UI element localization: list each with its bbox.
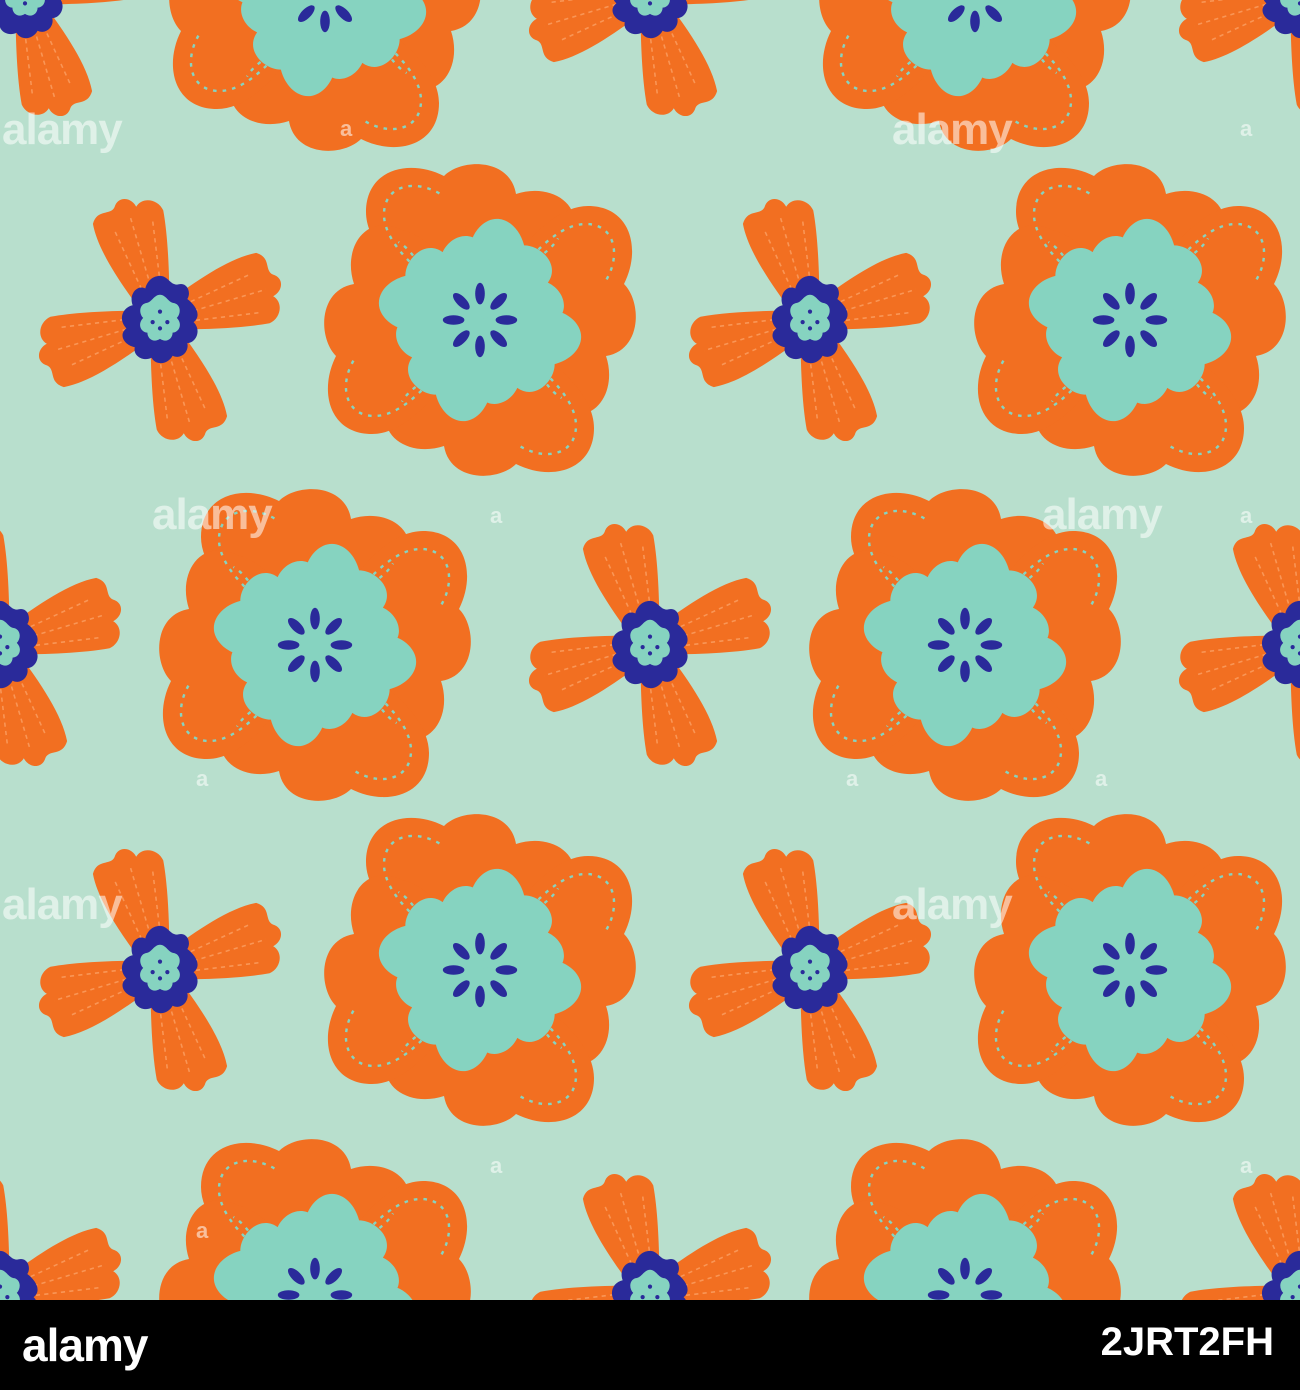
- heart-petal-flower: [159, 489, 471, 801]
- footer-logo: alamy: [22, 1319, 148, 1371]
- heart-petal-flower: [974, 164, 1286, 476]
- heart-petal-flower: [974, 814, 1286, 1126]
- heart-petal-flower: [809, 489, 1121, 801]
- floral-pattern: alamy alamy alamy alamy alamy alamy a a a a a a a a a a: [0, 0, 1300, 1300]
- heart-petal-flower: [324, 814, 636, 1126]
- floral-pattern-svg: [0, 0, 1300, 1300]
- footer-bar: alamy 2JRT2FH: [0, 1300, 1300, 1390]
- footer-image-id: 2JRT2FH: [1100, 1320, 1274, 1364]
- heart-petal-flower: [324, 164, 636, 476]
